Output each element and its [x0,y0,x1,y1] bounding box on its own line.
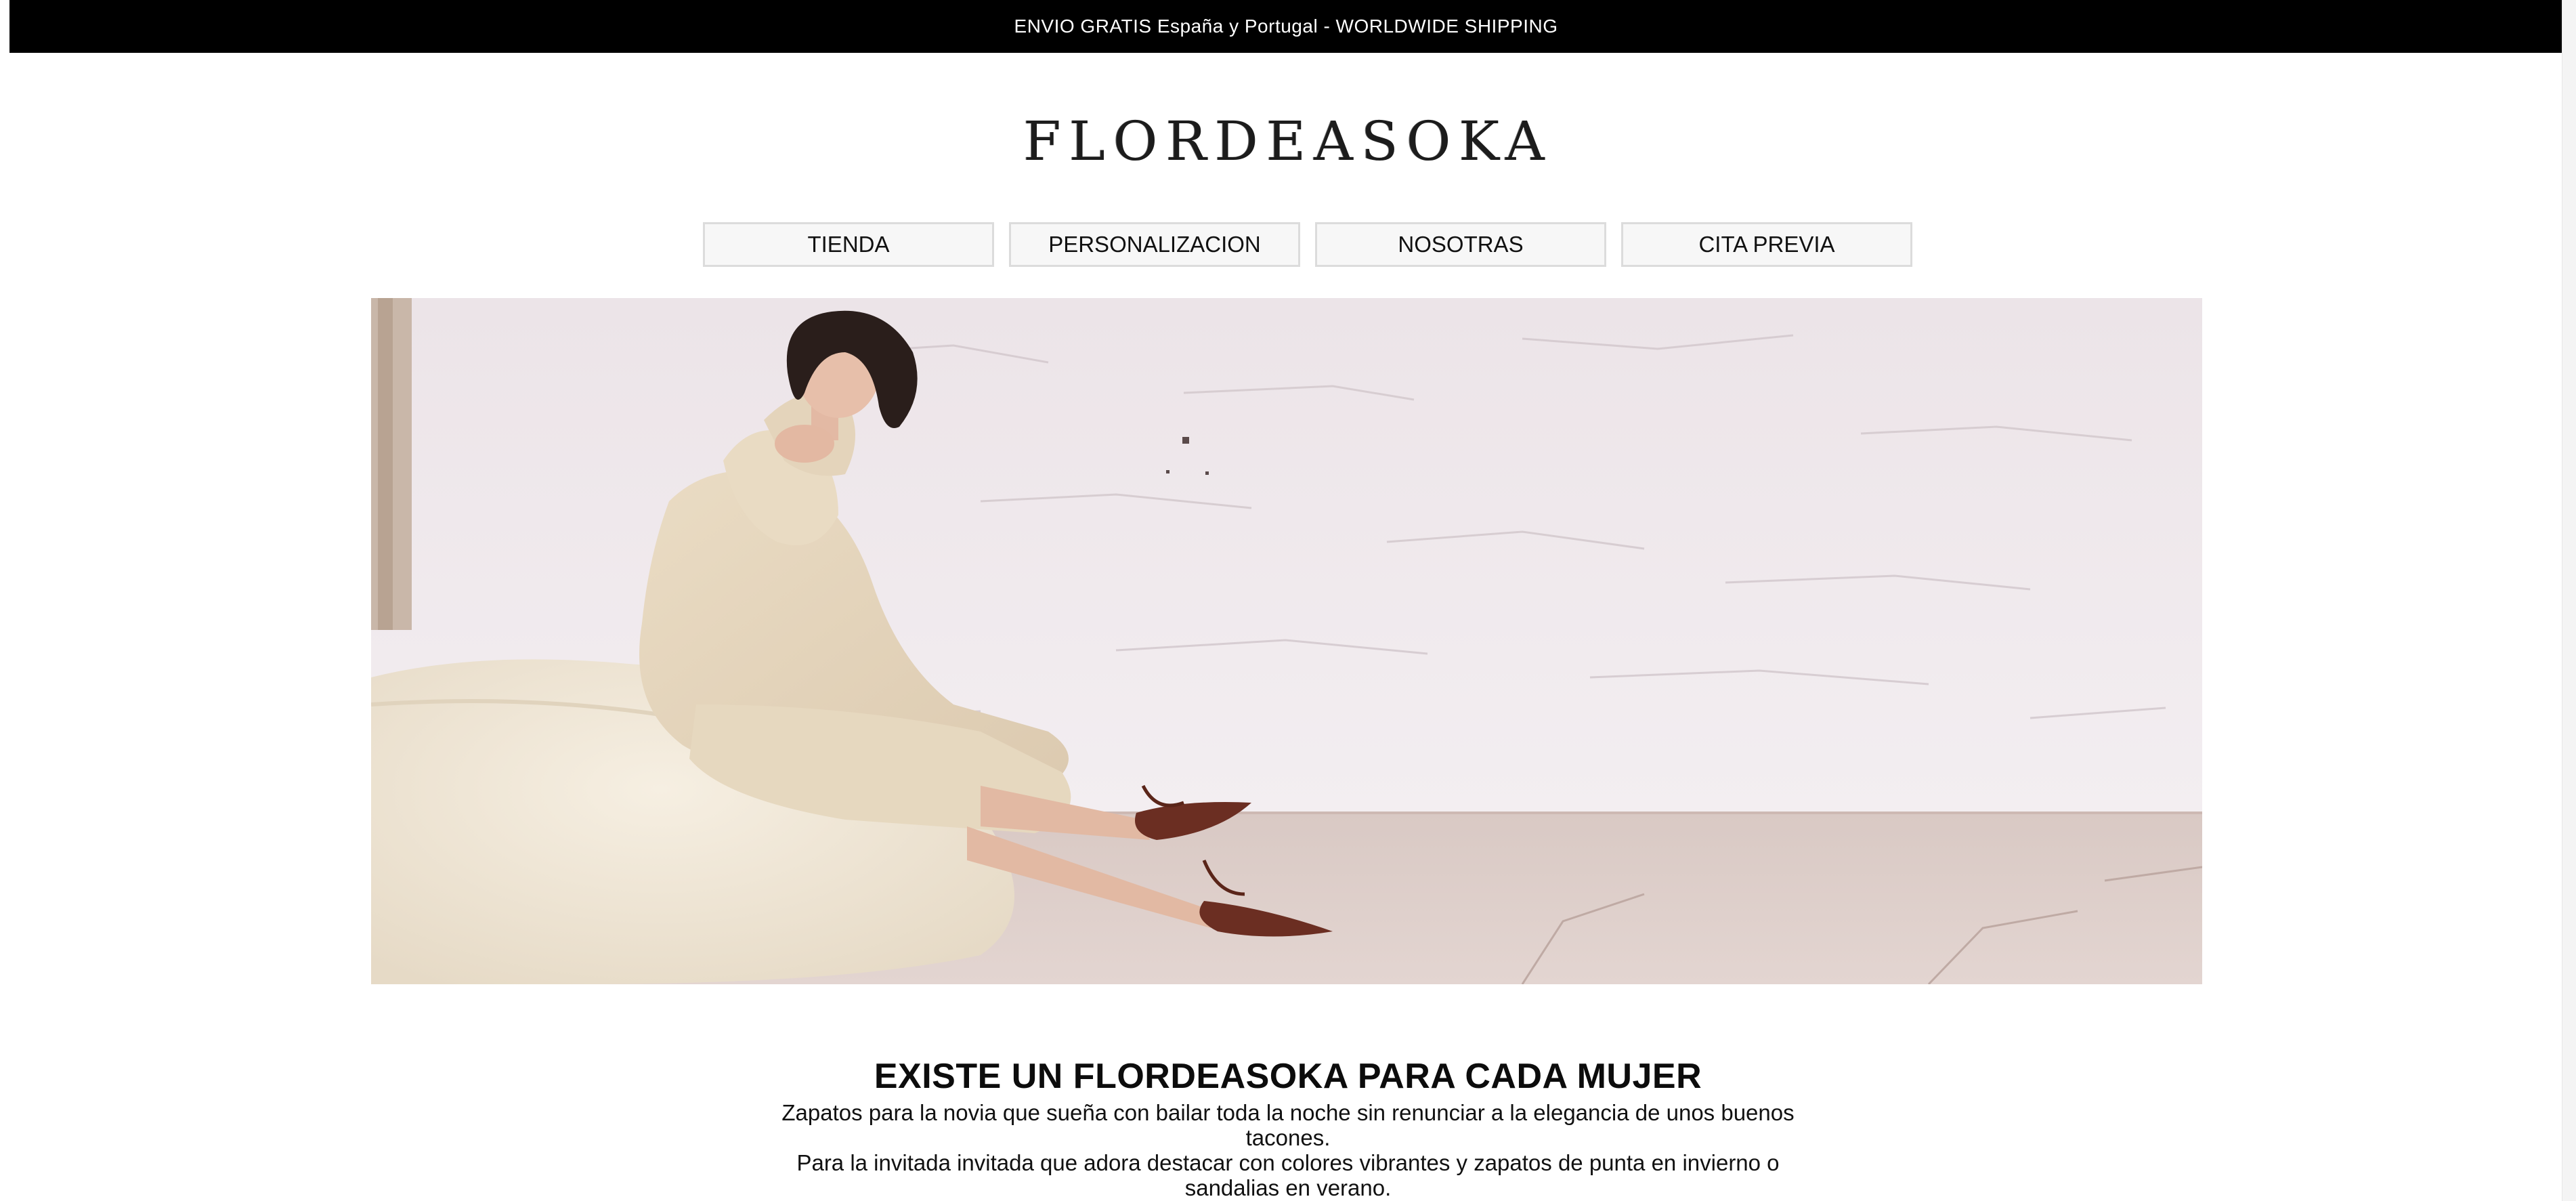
nav-item-nosotras[interactable]: NOSOTRAS [1315,222,1606,267]
main-nav: TIENDA PERSONALIZACION NOSOTRAS CITA PRE… [703,222,1912,267]
intro-text: Zapatos para la novia que sueña con bail… [779,1100,1797,1200]
brand-logo-text: FLORDEASOKA [1023,109,1553,173]
announcement-text: ENVIO GRATIS España y Portugal - WORLDWI… [1014,16,1558,37]
nav-item-cita-previa[interactable]: CITA PREVIA [1621,222,1912,267]
page-scrollbar[interactable] [2562,0,2576,1201]
page: ENVIO GRATIS España y Portugal - WORLDWI… [0,0,2576,1201]
intro-paragraph-1: Zapatos para la novia que sueña con bail… [781,1100,1795,1150]
brand-logo[interactable]: FLORDEASOKA [949,107,1627,175]
hero-banner[interactable] [371,298,2202,984]
announcement-bar: ENVIO GRATIS España y Portugal - WORLDWI… [9,0,2562,53]
nav-item-tienda[interactable]: TIENDA [703,222,994,267]
nav-item-personalizacion[interactable]: PERSONALIZACION [1009,222,1300,267]
hero-photo [371,298,2202,984]
intro-paragraph-2: Para la invitada invitada que adora dest… [796,1150,1780,1200]
page-headline: EXISTE UN FLORDEASOKA PARA CADA MUJER [874,1056,1702,1096]
